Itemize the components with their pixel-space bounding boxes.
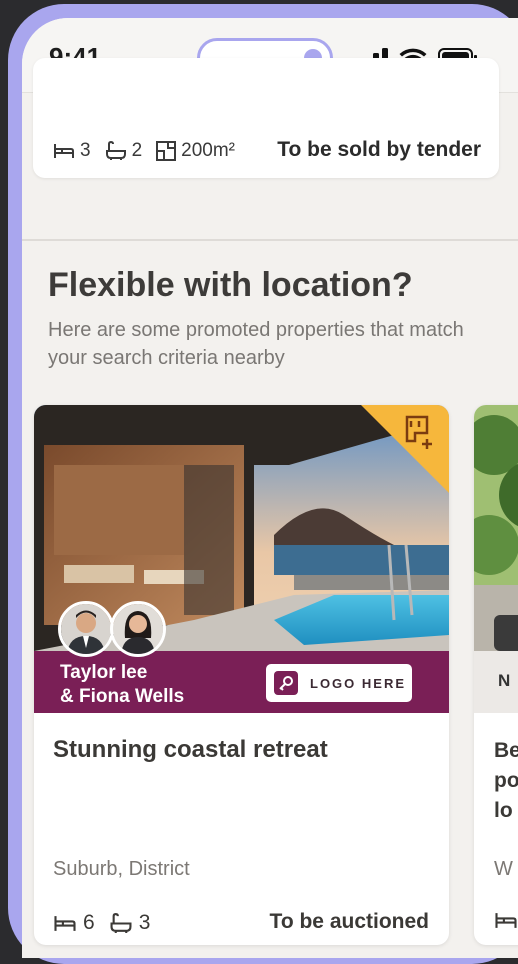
listing-features: 6 3 [53,911,164,935]
bed-icon [54,144,74,158]
bath-icon [105,141,126,160]
agent-avatar-taylor[interactable] [58,601,114,657]
bed-icon [495,913,517,928]
next-listing-title[interactable]: Be po lo [494,736,518,826]
previous-listing-card[interactable]: 3 2 200m² To be sold by tender [33,58,499,178]
agent-name-line2: & Fiona Wells [60,686,185,707]
previous-area: 200m² [181,140,236,161]
listing-location: Suburb, District [53,858,190,880]
listing-beds: 6 [83,911,95,934]
floor-area-icon [156,141,177,161]
bath-icon [110,912,132,933]
next-agent-banner [474,651,518,713]
agency-logo-text: LOGO HERE [310,675,407,691]
previous-beds: 3 [80,140,91,161]
section-divider [22,239,518,241]
key-icon [274,671,298,695]
agent-avatar-fiona[interactable] [110,601,166,657]
next-agent-name: N [498,671,511,690]
bed-icon [54,915,76,931]
next-listing-card[interactable]: N Be po lo W [474,405,518,945]
next-listing-location: W [494,858,513,880]
previous-baths: 2 [131,140,143,161]
promoted-listing-card[interactable]: Taylor lee & Fiona Wells LOGO HERE Stunn… [34,405,449,945]
previous-sale-method: To be sold by tender [277,138,481,161]
listing-title[interactable]: Stunning coastal retreat [53,736,328,764]
agent-names: Taylor lee & Fiona Wells [60,661,184,709]
listing-baths: 3 [138,911,151,934]
listing-sale-method: To be auctioned [269,910,429,933]
next-property-photo [474,405,518,651]
agent-name-line1: Taylor lee [60,662,148,683]
section-title: Flexible with location? [48,266,413,304]
promoted-badge [361,405,449,493]
section-subtitle: Here are some promoted properties that m… [48,319,464,369]
previous-listing-features: 3 2 200m² [53,140,235,162]
agency-logo[interactable]: LOGO HERE [266,664,412,702]
app-screen: 9:41 3 2 200m² To be sold by tender Flex… [22,18,518,958]
